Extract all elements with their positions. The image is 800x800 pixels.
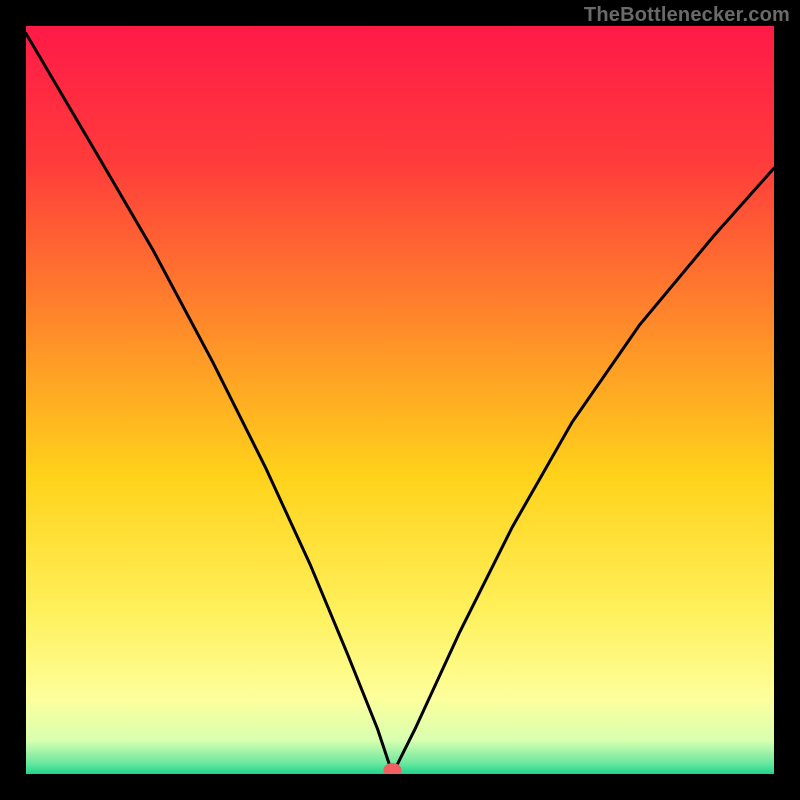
chart-container: TheBottlenecker.com xyxy=(0,0,800,800)
watermark-text: TheBottlenecker.com xyxy=(584,4,790,27)
plot-background xyxy=(26,26,774,774)
chart-svg xyxy=(0,0,800,800)
